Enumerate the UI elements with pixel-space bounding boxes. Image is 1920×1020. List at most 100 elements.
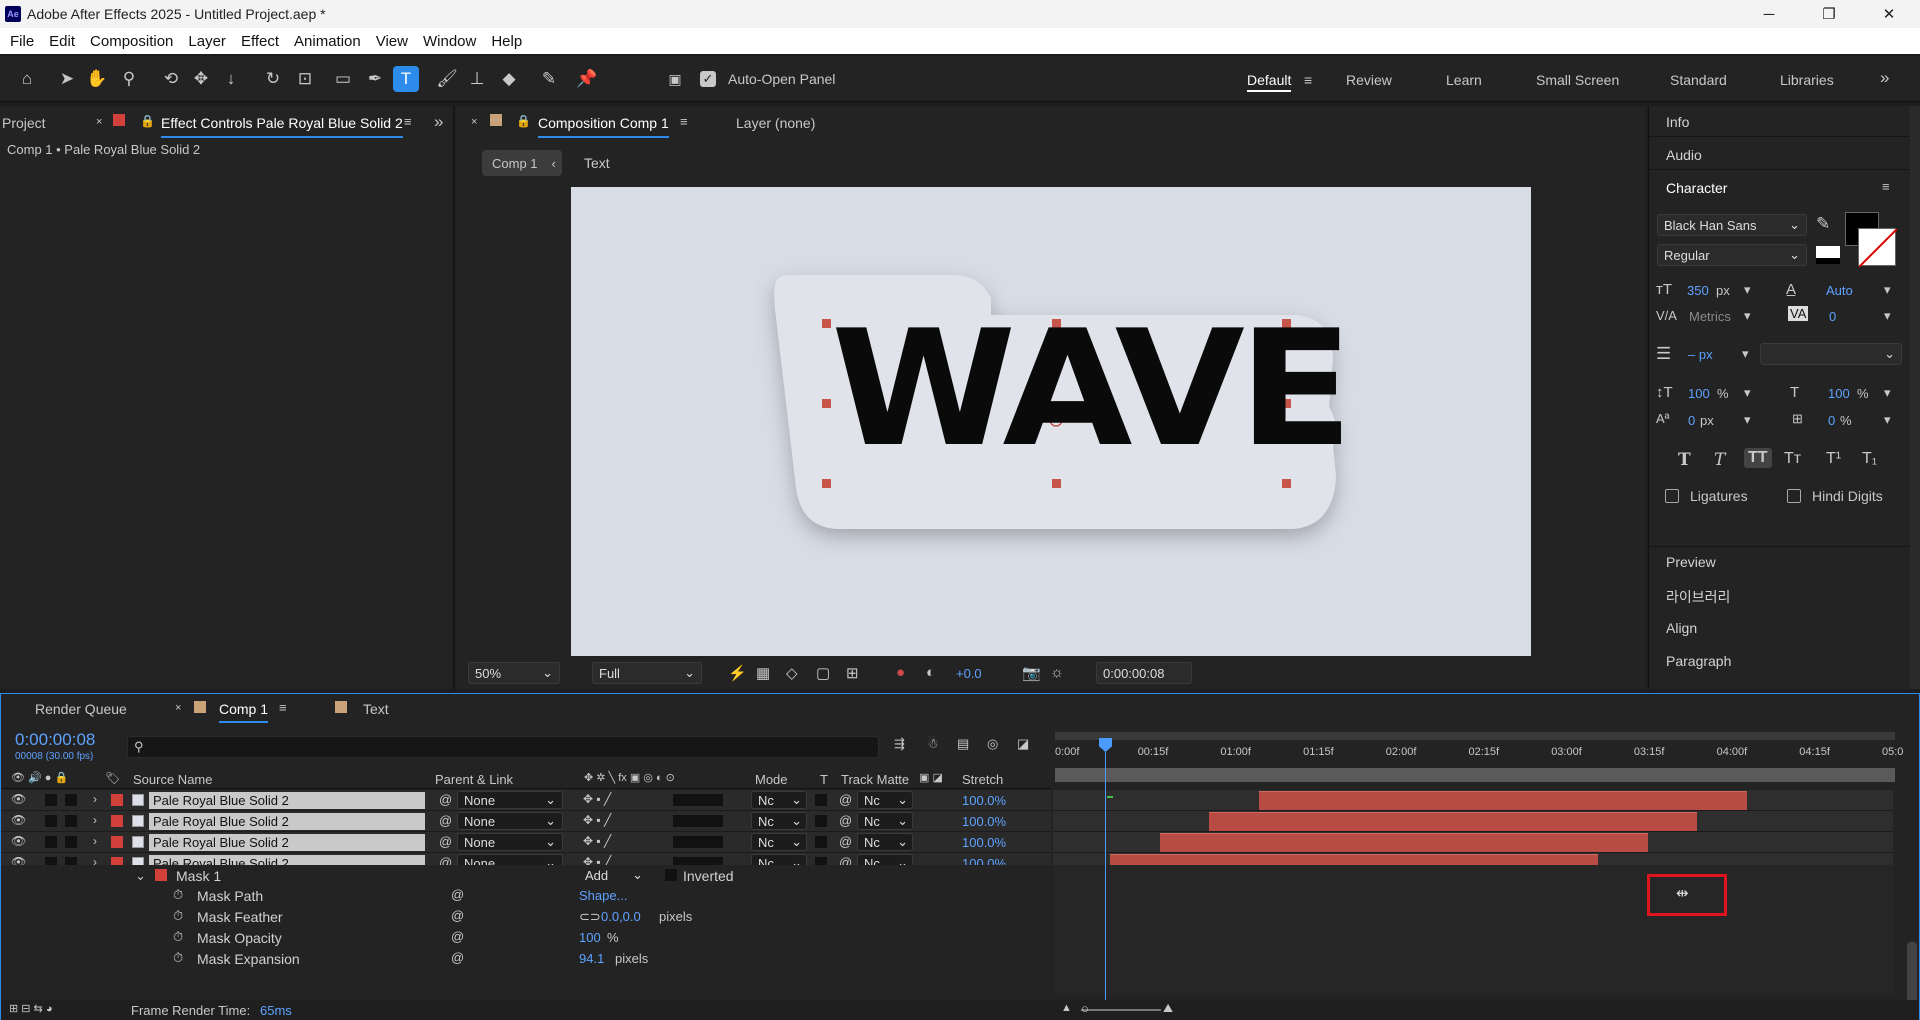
chevron-down-icon[interactable]: ▾ [1884, 308, 1891, 324]
inverted-checkbox[interactable] [665, 869, 677, 881]
current-timecode[interactable]: 0:00:00:08 [15, 730, 95, 750]
pick-whip-icon[interactable]: @ [439, 834, 452, 849]
stretch-value[interactable]: 100.0% [962, 814, 1006, 829]
mode-select[interactable]: Nc ⌄ [751, 812, 807, 830]
chevron-down-icon[interactable]: ⌄ [135, 868, 146, 884]
right-scrollbar[interactable] [1910, 106, 1920, 689]
chevron-right-icon[interactable]: › [93, 813, 97, 827]
minimize-icon[interactable]: ─ [1746, 0, 1792, 28]
link-icon[interactable]: ⊂⊃ [579, 909, 601, 925]
mode-select[interactable]: Nc ⌄ [751, 791, 807, 809]
shy-layers-icon[interactable]: ☃ [927, 736, 939, 752]
comp-timecode[interactable]: 0:00:00:08 [1096, 662, 1192, 684]
chevron-right-icon[interactable]: › [93, 834, 97, 848]
chevron-down-icon[interactable]: ▾ [1884, 385, 1891, 401]
region-of-interest-icon[interactable]: ▢ [816, 664, 830, 682]
tab-layer[interactable]: Layer (none) [736, 115, 815, 131]
comp-canvas[interactable]: WAVE [571, 187, 1531, 656]
panel-menu-icon[interactable]: ≡ [680, 114, 688, 129]
mask-prop-value[interactable]: 100 [579, 930, 601, 945]
layer-name[interactable]: Pale Royal Blue Solid 2 [149, 792, 425, 809]
preserve-transparency-box[interactable] [815, 794, 827, 806]
tsume-value[interactable]: 0 [1828, 413, 1835, 428]
layer-duration-bar[interactable] [1209, 812, 1698, 831]
eye-icon[interactable]: 👁 [11, 813, 26, 827]
stroke-width-value[interactable]: – px [1688, 347, 1713, 362]
font-family-select[interactable]: Black Han Sans ⌄ [1657, 214, 1807, 236]
layer-row[interactable]: 👁 › Pale Royal Blue Solid 2 @ None ⌄ ✥ ▪ ╱ Nc ⌄ @… [1, 811, 1051, 832]
hand-tool-icon[interactable]: ✋ [84, 66, 110, 92]
rotate-tool-icon[interactable]: ↻ [260, 66, 286, 92]
menu-file[interactable]: File [10, 33, 34, 50]
baseline-shift-value[interactable]: 0 [1688, 413, 1695, 428]
close-tab-icon[interactable]: × [96, 116, 102, 128]
col-parent-link[interactable]: Parent & Link [435, 772, 513, 787]
tab-project[interactable]: Project [2, 115, 46, 131]
font-size-value[interactable]: 350 [1687, 283, 1709, 298]
chevron-down-icon[interactable]: ▾ [1744, 412, 1751, 428]
layer-search-input[interactable]: ⚲ [127, 736, 879, 758]
tab-effect-controls[interactable]: Effect Controls Pale Royal Blue Solid 2 [161, 115, 403, 138]
zoom-out-icon[interactable]: ▲ [1061, 1002, 1072, 1014]
all-caps-icon[interactable]: TT [1744, 448, 1772, 468]
pick-whip-icon[interactable]: @ [439, 813, 452, 828]
stopwatch-icon[interactable]: ⏱ [173, 908, 183, 924]
matte-link-icon[interactable]: @ [839, 792, 852, 807]
type-tool-icon[interactable]: T [393, 66, 419, 92]
workspace-standard[interactable]: Standard [1670, 72, 1727, 88]
roto-brush-tool-icon[interactable]: ✎ [536, 66, 562, 92]
hindi-digits-checkbox[interactable] [1787, 489, 1801, 503]
workspace-default[interactable]: Default [1247, 72, 1292, 92]
clone-stamp-tool-icon[interactable]: ⊥ [464, 66, 490, 92]
track-matte-select[interactable]: Nc ⌄ [857, 791, 913, 809]
composition-mini-flowchart-icon[interactable]: ⇶ [894, 736, 905, 752]
layer-duration-bar[interactable] [1258, 791, 1747, 810]
preserve-transparency-box[interactable] [815, 836, 827, 848]
chevron-down-icon[interactable]: ▾ [1744, 282, 1751, 298]
zoom-slider-thumb[interactable]: ○ [1081, 1001, 1089, 1016]
close-tab-icon[interactable]: × [175, 702, 181, 714]
stopwatch-icon[interactable]: ⏱ [173, 887, 183, 903]
small-caps-icon[interactable]: Tт [1784, 450, 1801, 468]
layer-row[interactable]: 👁 › Pale Royal Blue Solid 2 @ None ⌄ ✥ ▪ ╱ Nc ⌄ @… [1, 832, 1051, 853]
lock-icon[interactable]: 🔒 [140, 114, 155, 128]
mask-prop-value[interactable]: 0.0,0.0 [601, 909, 641, 924]
channel-icon[interactable]: ● [896, 664, 905, 681]
panel-character[interactable]: Character [1666, 180, 1727, 196]
show-snapshot-icon[interactable]: ☼ [1050, 664, 1064, 681]
preserve-transparency-box[interactable] [815, 815, 827, 827]
chevron-down-icon[interactable]: ▾ [1744, 385, 1751, 401]
chevron-down-icon[interactable]: ▾ [1744, 308, 1751, 324]
menu-layer[interactable]: Layer [188, 33, 226, 50]
switch-boxes[interactable] [673, 836, 723, 848]
eye-icon[interactable]: 👁 [11, 792, 26, 806]
zoom-in-icon[interactable]: ⛰ [1163, 1001, 1173, 1016]
workspace-menu-icon[interactable]: ≡ [1304, 72, 1312, 88]
mask-prop-value[interactable]: Shape... [579, 888, 627, 903]
pan-tool-icon[interactable]: ✥ [188, 66, 214, 92]
mask-prop-value[interactable]: 94.1 [579, 951, 604, 966]
lock-box[interactable] [65, 836, 77, 848]
switches-icon[interactable]: ✥ ▪ ╱ [583, 813, 611, 827]
expand-panels-icon[interactable]: » [434, 112, 443, 132]
panel-preview[interactable]: Preview [1666, 554, 1716, 570]
mode-select[interactable]: Nc ⌄ [751, 833, 807, 851]
layer-name[interactable]: Pale Royal Blue Solid 2 [149, 834, 425, 851]
layer-label-color[interactable] [111, 794, 123, 806]
parent-select[interactable]: None ⌄ [457, 791, 563, 809]
auto-open-checkbox[interactable]: ✓ [700, 71, 716, 87]
stroke-color-swatch[interactable] [1858, 228, 1898, 268]
stopwatch-icon[interactable]: ⏱ [173, 929, 183, 945]
switch-boxes[interactable] [673, 794, 723, 806]
ligatures-checkbox[interactable] [1665, 489, 1679, 503]
layer-label-color[interactable] [111, 815, 123, 827]
motion-blur-icon[interactable]: ◎ [987, 736, 998, 752]
col-stretch[interactable]: Stretch [962, 772, 1003, 787]
eyedropper-icon[interactable]: ✎ [1816, 214, 1830, 234]
faux-italic-icon[interactable]: T [1714, 450, 1725, 470]
col-source-name[interactable]: Source Name [133, 772, 212, 787]
status-toggle-icons[interactable]: ⊞ ⊟ ⇆ ◕ [9, 1002, 52, 1015]
swap-colors-icon[interactable] [1816, 246, 1840, 264]
exposure-value[interactable]: +0.0 [956, 666, 982, 681]
horizontal-scale-value[interactable]: 100 [1828, 386, 1850, 401]
